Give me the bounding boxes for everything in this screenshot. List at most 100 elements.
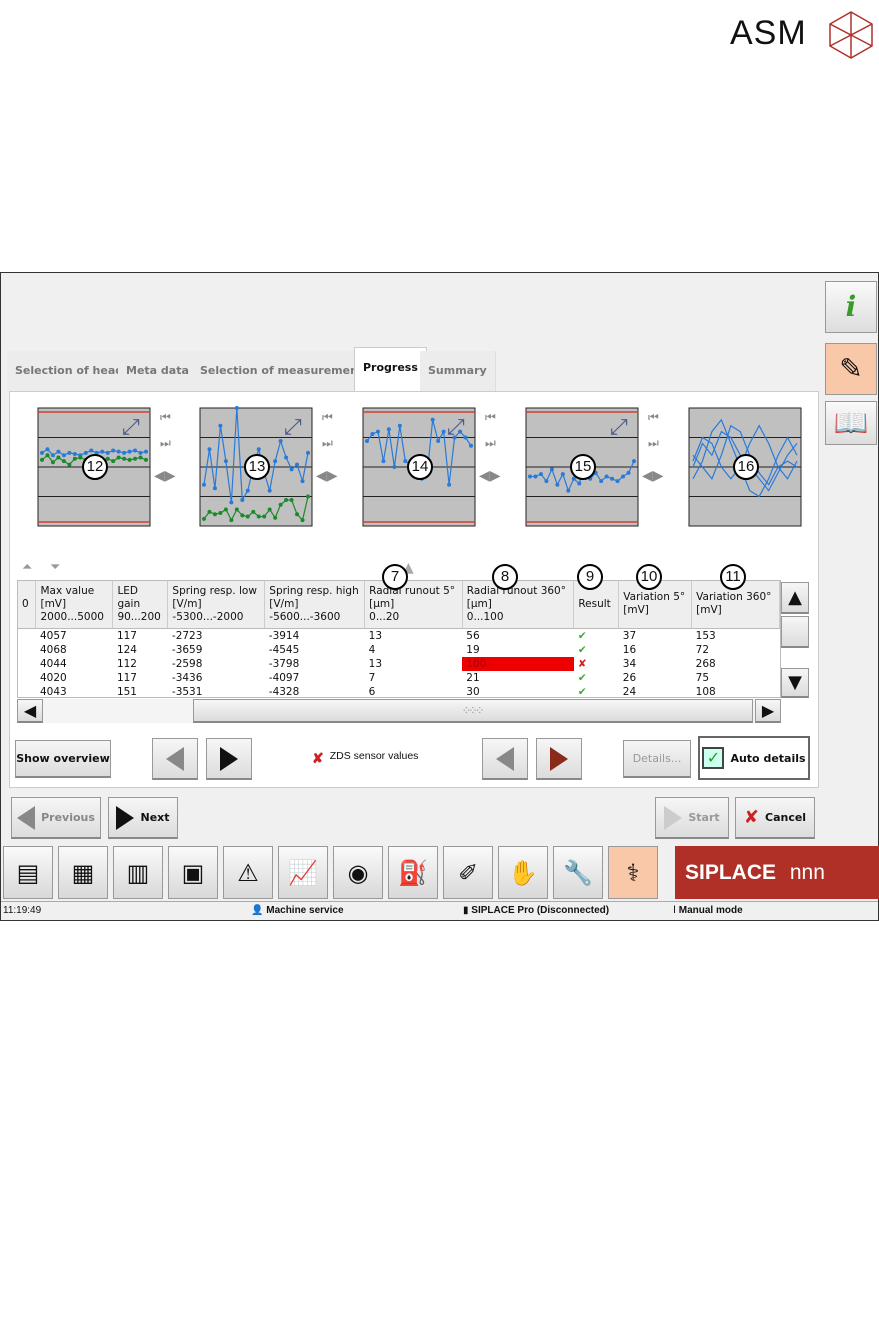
swap-charts-icon[interactable]: ◀▶ [642,468,668,484]
manual-book-icon[interactable]: 📖 [825,401,877,445]
scroll-up-button[interactable]: ▲ [781,582,809,614]
vertical-scrollbar-thumb[interactable] [781,616,809,648]
header-line: 0...20 [369,610,400,623]
table-cell: 24 [622,685,637,698]
callout-8: 8 [492,564,518,590]
header-line: LED gain [117,584,141,610]
asm-logo: ASM [730,14,807,52]
start-button[interactable]: Start [655,797,729,839]
previous-button[interactable]: Previous [11,797,101,839]
camera-icon[interactable]: ◉ [333,846,383,899]
data-point [138,455,143,460]
wrench-icon[interactable]: 🔧 [553,846,603,899]
swap-charts-icon[interactable]: ◀▶ [316,468,342,484]
oil-can-icon[interactable]: ⛽ [388,846,438,899]
horizontal-scrollbar[interactable]: ◀ ⁘⁘⁘ ▶ [17,699,781,723]
data-point [40,457,44,462]
column-header[interactable]: Radial runout 360° [µm] 0...100 [462,581,575,629]
stethoscope-icon[interactable]: ⚕ [608,846,658,899]
scroll-right-button[interactable]: ▶ [755,699,781,723]
arrow-right-icon [664,805,683,830]
column-header[interactable]: Spring resp. high [V/m] -5600...-3600 [264,581,366,629]
scroll-left-button[interactable]: ◀ [17,699,43,723]
arrow-right-icon [220,746,238,771]
table-cell: ✔ [574,628,619,643]
horizontal-scrollbar-thumb[interactable]: ⁘⁘⁘ [193,699,753,723]
grid-green-icon[interactable]: ▦ [58,846,108,899]
data-point [45,453,50,458]
callout-11: 11 [720,564,746,590]
skip-first-icon[interactable]: ⏮ [648,410,662,424]
swap-charts-icon[interactable]: ◀▶ [154,468,180,484]
data-point [256,447,261,452]
table-row[interactable]: 4057 117 -2723 -3914 13 56 ✔ 37 153 [18,628,780,643]
collapse-up-icon[interactable]: ⏶ [22,560,32,575]
column-header[interactable]: Max value [mV] 2000...5000 [35,581,114,629]
prev-row-button[interactable] [482,738,528,780]
status-bar: 11:19:49 👤 Machine service ▮ SIPLACE Pro… [1,901,878,920]
skip-last-icon[interactable]: ⏭ [322,436,336,450]
table-row[interactable]: 4020 117 -3436 -4097 7 21 ✔ 26 75 [18,671,780,685]
hand-gear-icon[interactable]: ✋ [498,846,548,899]
next-series-button[interactable] [206,738,252,780]
table-cell: -2723 [171,629,203,642]
column-header[interactable]: 0 [18,581,37,629]
pcb-icon[interactable]: ▣ [168,846,218,899]
skip-last-icon[interactable]: ⏭ [485,436,499,450]
table-cell: 117 [116,671,137,684]
data-point [133,448,138,453]
skip-first-icon[interactable]: ⏮ [485,410,499,424]
table-cell: -4097 [268,671,300,684]
data-point [240,498,245,503]
tab-selection-of-measurements[interactable]: Selection of measurements [192,351,379,391]
bar-chart-icon[interactable]: ▥ [113,846,163,899]
tab-meta-data[interactable]: Meta data [118,351,198,391]
data-point [89,448,94,453]
table-row[interactable]: 4044 112 -2598 -3798 13 100 ✘ 34 268 [18,656,780,671]
siplace-mark: nnn [789,861,825,884]
line-chart-icon[interactable]: 📈 [278,846,328,899]
zds-sensor-values: ✘ ZDS sensor values [312,750,418,767]
table-row[interactable]: 4068 124 -3659 -4545 4 19 ✔ 16 72 [18,643,780,657]
data-point [105,450,110,455]
scroll-down-button[interactable]: ▼ [781,668,809,698]
info-icon[interactable]: i [825,281,877,333]
column-header[interactable]: LED gain 90...200 [112,581,169,629]
data-point [577,481,582,486]
data-point [229,500,234,505]
screwdriver-icon[interactable]: ✐ [443,846,493,899]
data-point [218,423,223,428]
table-cell-error: 100 [462,656,574,671]
tab-selection-of-head[interactable]: Selection of head [7,351,133,391]
collapse-down-icon[interactable]: ⏷ [50,560,60,575]
details-button[interactable]: Details... [623,740,691,778]
tab-progress[interactable]: Progress [354,347,427,392]
next-row-button[interactable] [536,738,582,780]
skip-last-icon[interactable]: ⏭ [160,436,174,450]
tab-summary[interactable]: Summary [420,351,496,391]
table-cell: ✔ [574,685,619,698]
cancel-button[interactable]: ✘ Cancel [735,797,815,839]
skip-last-icon[interactable]: ⏭ [648,436,662,450]
data-point [381,459,386,464]
swap-charts-icon[interactable]: ◀▶ [479,468,505,484]
cancel-x-icon: ✘ [743,807,759,828]
service-tool-icon[interactable]: ✎ [825,343,877,395]
prev-series-button[interactable] [152,738,198,780]
auto-details-toggle[interactable]: ✓ Auto details [698,736,810,780]
warning-docs-icon[interactable]: ⚠ [223,846,273,899]
header-line: [mV] [623,604,649,617]
data-point [61,453,66,458]
table-row[interactable]: 4043 151 -3531 -4328 6 30 ✔ 24 108 [18,685,780,698]
progress-panel: ⤢ 12 ⏮ ⏭ ◀▶ ⤢ 13 ⏮ ⏭ ◀▶ ⤢ 14 ⏮ ⏭ ◀▶ ⤢ 15 ⏮ ⏭ ◀▶ 16 ⏶ ⏷ ▲ 0 Ma… [9,391,819,788]
boards-stack-icon[interactable]: ▤ [3,846,53,899]
column-header[interactable]: Spring resp. low [V/m] -5300...-2000 [167,581,266,629]
skip-first-icon[interactable]: ⏮ [322,410,336,424]
skip-first-icon[interactable]: ⏮ [160,410,174,424]
data-point [447,482,452,487]
data-point [111,448,116,453]
next-button[interactable]: Next [108,797,178,839]
column-header[interactable]: Radial runout 5° [µm] 0...20 [364,581,463,629]
show-overview-button[interactable]: Show overview [15,740,111,778]
data-point [262,514,267,519]
